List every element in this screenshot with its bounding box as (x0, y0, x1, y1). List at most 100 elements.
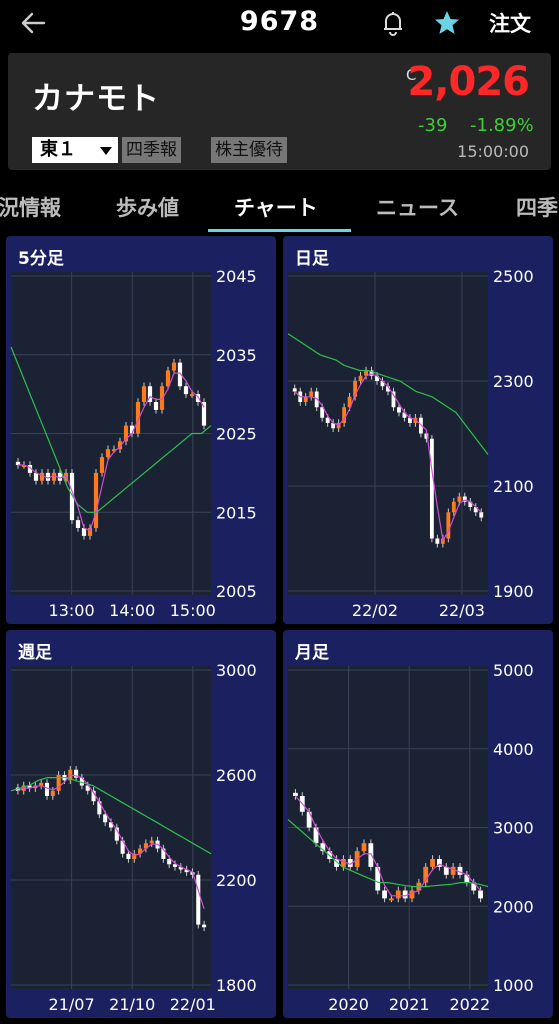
tab-news[interactable]: ニュース (376, 192, 459, 222)
y-tick-label: 1000 (493, 976, 534, 995)
y-tick-label: 1800 (216, 976, 257, 995)
chart-weekly-svg: 3000 2600 2200 1800 21/07 21/10 22/01 (10, 661, 257, 1014)
candle (126, 853, 131, 859)
candle (478, 890, 483, 899)
candle (141, 386, 147, 402)
candle (153, 402, 159, 410)
chart-monthly-svg: 5000 4000 3000 2000 1000 2020 2021 2022 (287, 661, 534, 1014)
candle (389, 898, 394, 901)
candle (450, 866, 456, 875)
candle (202, 924, 207, 928)
market-select[interactable]: 東１ (32, 137, 118, 163)
chart-title: 5分足 (18, 249, 64, 269)
chart-5min-svg: 2045 2035 2025 2015 2005 13:00 14:00 15:00 (10, 267, 257, 620)
candle (292, 388, 297, 392)
y-tick-label: 2100 (493, 477, 534, 496)
stock-name: カナモト (32, 81, 160, 117)
candle (309, 391, 314, 397)
quarterly-report-button[interactable]: 四季報 (122, 137, 181, 163)
chart-title: 日足 (295, 249, 329, 269)
y-tick-label: 2200 (216, 871, 257, 890)
candle (479, 512, 484, 518)
candle (293, 792, 298, 796)
candle (457, 496, 462, 502)
active-tab-indicator (208, 229, 351, 232)
x-tick-label: 21/07 (49, 995, 95, 1014)
price-change: -39 (418, 115, 448, 136)
x-tick-label: 22/01 (170, 995, 216, 1014)
candle (306, 811, 312, 828)
y-tick-label: 2045 (216, 267, 257, 286)
candle (451, 501, 456, 513)
candle (93, 472, 99, 528)
tab-quarterly[interactable]: 四季 (516, 192, 558, 222)
chart-monthly[interactable]: 5000 4000 3000 2000 1000 2020 2021 2022 月足 (283, 630, 553, 1018)
candle (44, 782, 50, 796)
candle (435, 538, 440, 544)
candle (358, 375, 363, 381)
y-tick-label: 2015 (216, 503, 257, 522)
chart-daily-svg: 2500 2300 2100 1900 22/02 22/03 (287, 267, 534, 620)
candle (361, 843, 367, 852)
candle (382, 890, 387, 899)
x-tick-label: 21/10 (109, 995, 155, 1014)
y-tick-label: 2025 (216, 425, 257, 444)
chart-5min[interactable]: 2045 2035 2025 2015 2005 13:00 14:00 15:00 5分足 (6, 236, 276, 624)
candle (397, 407, 401, 413)
y-tick-label: 2300 (493, 372, 534, 391)
bell-icon[interactable] (378, 8, 408, 38)
y-tick-label: 2000 (493, 897, 534, 916)
y-tick-label: 2005 (216, 582, 257, 601)
candle (167, 859, 172, 865)
current-price: 2,026 (407, 59, 530, 105)
y-tick-label: 2600 (216, 766, 257, 785)
candle (51, 472, 57, 481)
x-tick-label: 22/03 (439, 601, 485, 620)
candle (430, 859, 435, 867)
candle (402, 890, 408, 899)
top-bar: 9678 注文 (0, 0, 559, 46)
tab-chart[interactable]: チャート (234, 192, 318, 222)
candle (171, 362, 177, 371)
candle (183, 386, 189, 395)
candle (50, 790, 55, 796)
x-tick-label: 2021 (389, 995, 430, 1014)
candle (303, 396, 308, 402)
tab-info[interactable]: 況情報 (0, 192, 61, 222)
candle (457, 866, 463, 875)
chart-title: 月足 (295, 643, 329, 663)
candle (39, 472, 45, 481)
tab-ticks[interactable]: 歩み値 (116, 192, 179, 222)
candle (368, 843, 374, 867)
candle (149, 840, 154, 844)
candle (196, 874, 201, 925)
y-tick-label: 1900 (493, 582, 534, 601)
price-time: 15:00:00 (457, 142, 529, 161)
plot-area (288, 272, 488, 595)
star-icon[interactable] (432, 8, 462, 38)
chart-weekly[interactable]: 3000 2600 2200 1800 21/07 21/10 22/01 週足 (6, 630, 276, 1018)
price-change-percent: -1.89% (470, 115, 534, 136)
y-tick-label: 3000 (216, 661, 257, 680)
candle (189, 394, 195, 397)
shareholder-benefit-button[interactable]: 株主優待 (211, 137, 287, 163)
y-tick-label: 4000 (493, 740, 534, 759)
y-tick-label: 2035 (216, 346, 257, 365)
stock-info-card: カナモト C 2,026 -39 -1.89% 15:00:00 東１ 四季報 … (8, 53, 551, 170)
candle (105, 449, 111, 458)
candle (409, 890, 415, 899)
x-tick-label: 22/02 (352, 601, 398, 620)
market-select-label: 東１ (40, 139, 76, 160)
candle (75, 520, 81, 528)
x-tick-label: 14:00 (109, 601, 155, 620)
order-button[interactable]: 注文 (489, 8, 531, 38)
x-tick-label: 2022 (449, 995, 490, 1014)
y-tick-label: 2500 (493, 267, 534, 286)
stock-code: 9678 (239, 6, 320, 37)
candle (395, 890, 401, 899)
candle (99, 457, 105, 473)
chart-daily[interactable]: 2500 2300 2100 1900 22/02 22/03 日足 (283, 236, 553, 624)
y-tick-label: 3000 (493, 819, 534, 838)
x-tick-label: 13:00 (49, 601, 95, 620)
x-tick-label: 15:00 (170, 601, 216, 620)
